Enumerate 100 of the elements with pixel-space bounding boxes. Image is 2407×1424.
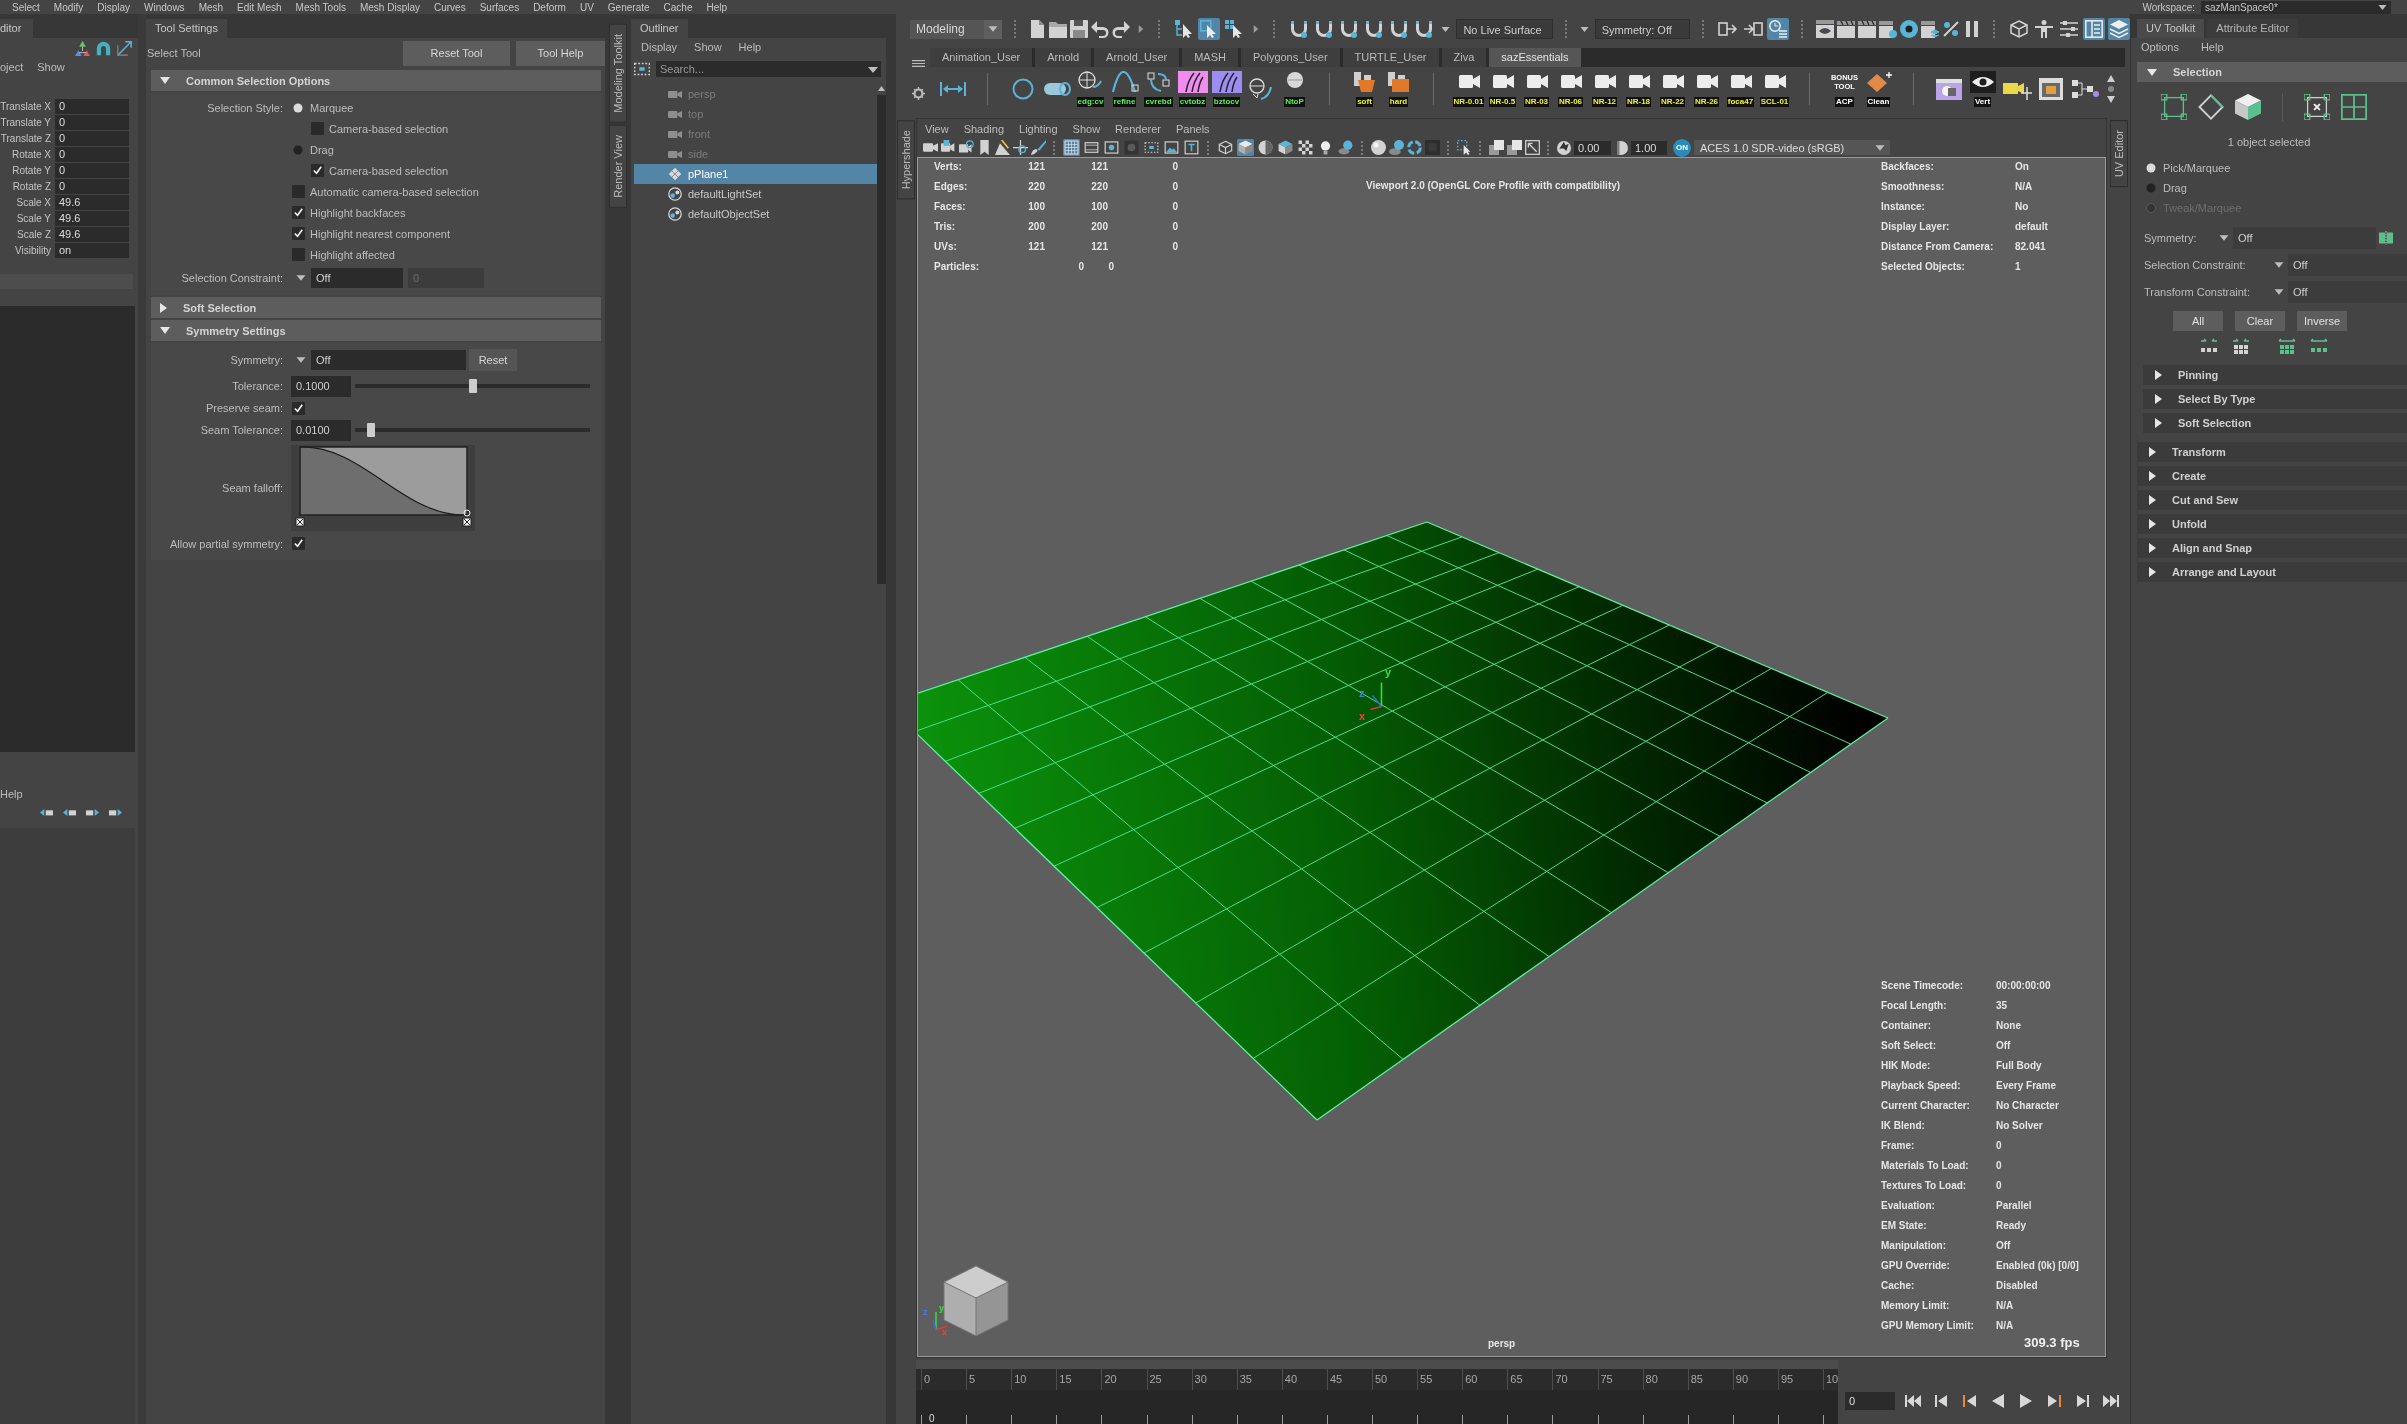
menu-item[interactable]: Mesh Display [359, 1, 420, 13]
triangle-icon[interactable] [2155, 370, 2162, 380]
side-tab[interactable]: Render View [609, 124, 627, 208]
outliner-item[interactable]: defaultLightSet [634, 184, 877, 204]
next-key-icon[interactable] [2045, 1394, 2063, 1408]
dropdown-arrow-icon[interactable] [296, 355, 306, 365]
section-header[interactable]: Select By Type [2143, 389, 2407, 409]
dot-frame-icon[interactable] [1103, 139, 1120, 156]
textured-cube-icon[interactable] [1277, 139, 1294, 156]
ring-icon[interactable] [1407, 140, 1422, 155]
channel-value-field[interactable]: 49.6 [55, 194, 129, 210]
shelf-tool-button[interactable]: NR-03 [1520, 70, 1553, 107]
menu-item[interactable]: Mesh Tools [295, 1, 346, 13]
caret-icon[interactable] [2378, 2, 2387, 12]
triangle-icon[interactable] [2149, 495, 2156, 505]
clapperboard-eye-icon[interactable] [1816, 20, 1835, 38]
dropdown-field[interactable]: Off [2288, 253, 2407, 276]
tool-button[interactable]: Reset Tool [403, 40, 510, 66]
arrows-in-grid-icon[interactable] [2232, 338, 2250, 356]
section-header[interactable]: Cut and Sew [2137, 490, 2407, 510]
dropdown-field[interactable]: Off [2233, 226, 2376, 249]
cube-icon[interactable] [2235, 93, 2261, 120]
menu-item[interactable]: oject [0, 61, 24, 73]
folder-icon[interactable] [1049, 20, 1068, 38]
wire-cube-icon[interactable] [1217, 139, 1234, 156]
four-pane-grid-icon[interactable] [2341, 93, 2367, 120]
menu-item[interactable]: Help [0, 788, 23, 800]
menu-item[interactable]: Display [97, 1, 131, 13]
section-header[interactable]: Selection [2137, 62, 2407, 82]
dropdown-arrow-icon[interactable] [2274, 259, 2284, 270]
shaded-sphere-icon[interactable] [1371, 140, 1386, 155]
square-cross-icon[interactable] [2304, 93, 2330, 120]
new-file-icon[interactable] [1028, 20, 1047, 38]
go-to-end-icon[interactable] [2101, 1394, 2119, 1408]
triangle-icon[interactable] [2149, 519, 2156, 529]
figure-icon[interactable] [2033, 18, 2056, 40]
menu-item[interactable]: Options [2141, 41, 2179, 53]
checkbox[interactable] [291, 248, 305, 261]
solid-cube-icon[interactable] [1237, 139, 1254, 156]
checkbox[interactable] [310, 164, 324, 177]
clapperboard-gear-icon[interactable] [1879, 20, 1898, 38]
dropdown-field[interactable]: Off [311, 350, 466, 370]
camera-lock-icon[interactable] [941, 140, 956, 155]
dashed-frame-icon[interactable] [1143, 139, 1160, 156]
menu-item[interactable]: Panels [1175, 122, 1210, 135]
selection-button[interactable]: All [2173, 311, 2223, 331]
shadow-ball-icon[interactable] [1389, 140, 1404, 155]
dropdown-arrow-icon[interactable] [296, 273, 306, 283]
mesh-diamond-icon[interactable] [668, 167, 682, 181]
shelf-tool-button[interactable]: foca47 [1724, 70, 1757, 107]
clapperboard-layers-icon[interactable] [1921, 20, 1940, 38]
menu-item[interactable]: Generate [607, 1, 650, 13]
outliner-item[interactable]: pPlane1 [634, 164, 877, 184]
menu-item[interactable]: Edit Mesh [237, 1, 282, 13]
camera-icon[interactable] [923, 140, 938, 155]
shelf-tool-button[interactable]: soft [1348, 70, 1381, 107]
go-to-start-icon[interactable] [1905, 1394, 1923, 1408]
menu-item[interactable]: Shading [963, 122, 1005, 135]
save-icon[interactable] [1070, 20, 1089, 38]
shelf-tool-button[interactable]: NR-12 [1588, 70, 1621, 107]
shelf-tool-button[interactable]: NR-0.5 [1486, 70, 1519, 107]
shelf-tool-button[interactable]: hard [1382, 70, 1415, 107]
ring-dots-icon[interactable] [668, 207, 682, 221]
triangle-icon[interactable] [2149, 543, 2156, 553]
isolate-select-icon[interactable] [1457, 140, 1472, 155]
radio-button[interactable] [293, 144, 303, 155]
dropdown-arrow-icon[interactable] [1441, 24, 1451, 34]
menu-item[interactable]: Cache [663, 1, 693, 13]
vertical-scrollbar[interactable] [877, 84, 886, 584]
channel-value-field[interactable]: on [55, 242, 129, 258]
shelf-tool-button[interactable]: SCL-01 [1758, 70, 1791, 107]
cursor-box-icon[interactable] [1198, 18, 1221, 40]
menu-item[interactable]: Mesh [198, 1, 224, 13]
workspace-dropdown[interactable]: sazManSpace0* [2201, 0, 2391, 14]
aperture-icon[interactable] [1557, 140, 1571, 155]
shelf-tab[interactable]: Arnold_User [1094, 48, 1180, 67]
slash-dots-icon[interactable] [1942, 20, 1961, 38]
triad-icon[interactable] [75, 40, 90, 56]
menu-item[interactable]: UV [579, 1, 594, 13]
checkbox[interactable] [291, 401, 305, 415]
channel-value-field[interactable]: 0 [55, 98, 129, 114]
shelf-tool-button[interactable]: cvrebd [1142, 70, 1175, 107]
panel-tab[interactable]: ditor [0, 19, 34, 38]
move-ring-icon[interactable] [1013, 140, 1028, 155]
triangle-line-icon[interactable] [995, 140, 1010, 155]
overlapping-squares-icon[interactable] [1489, 140, 1504, 155]
channel-value-field[interactable]: 0 [55, 162, 129, 178]
shelf-tool-button[interactable]: bztocv [1210, 70, 1243, 107]
shelf-tab[interactable]: Arnold [1035, 48, 1092, 67]
channel-value-field[interactable]: 0 [55, 130, 129, 146]
text-frame-icon[interactable] [1183, 139, 1200, 156]
triangle-icon[interactable] [2149, 447, 2156, 457]
side-tab[interactable]: UV Editor [2109, 120, 2128, 188]
triangle-icon[interactable] [2149, 471, 2156, 481]
triangle-icon[interactable] [160, 302, 167, 313]
square-corners-icon[interactable] [2161, 93, 2187, 120]
checker-icon[interactable] [1297, 139, 1314, 156]
camera-ring-icon[interactable] [959, 140, 974, 155]
stack-icon[interactable] [2108, 18, 2131, 40]
channel-value-field[interactable]: 49.6 [55, 226, 129, 242]
